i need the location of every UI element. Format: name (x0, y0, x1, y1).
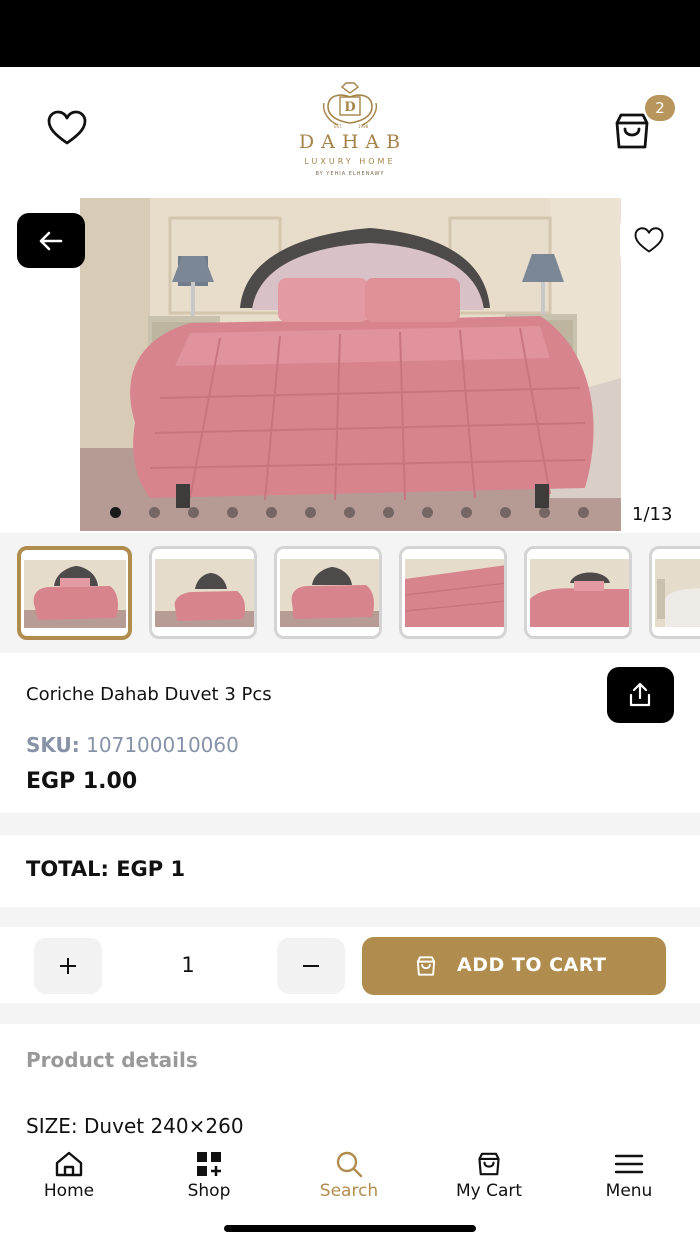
heart-icon (634, 227, 664, 253)
sku-value: 107100010060 (86, 733, 239, 757)
brand-name: DAHAB (298, 131, 408, 153)
increase-quantity-button[interactable] (34, 938, 102, 994)
quantity-value: 1 (181, 953, 195, 977)
pagination-dot[interactable] (149, 507, 160, 518)
details-size: SIZE: Duvet 240×260 (26, 1114, 244, 1138)
product-title: Coriche Dahab Duvet 3 Pcs (26, 684, 272, 705)
pagination-dot[interactable] (344, 507, 355, 518)
product-price: EGP 1.00 (26, 769, 138, 794)
product-gallery[interactable]: 1/13 (0, 198, 700, 533)
header: D EST. 1998 DAHAB LUXURY HOME BY YEHIA E… (0, 67, 700, 198)
thumbnail[interactable] (274, 546, 382, 639)
pagination-dot[interactable] (227, 507, 238, 518)
tab-home-label: Home (43, 1181, 95, 1201)
pagination-dot[interactable] (383, 507, 394, 518)
pagination-dot[interactable] (539, 507, 550, 518)
product-photo[interactable] (80, 198, 621, 531)
search-icon (336, 1151, 363, 1178)
total-text: TOTAL: EGP 1 (26, 857, 186, 881)
pagination-dot[interactable] (266, 507, 277, 518)
photo-wishlist-button[interactable] (620, 216, 680, 264)
add-to-cart-button[interactable]: ADD TO CART (362, 937, 666, 995)
thumbnail[interactable] (649, 546, 700, 639)
arrow-left-icon (39, 231, 63, 251)
back-button[interactable] (17, 213, 85, 268)
quantity-row: 1 ADD TO CART (0, 927, 700, 1003)
tab-menu[interactable]: Menu (569, 1150, 689, 1210)
cart-icon (478, 1152, 500, 1176)
tab-home[interactable]: Home (9, 1150, 129, 1210)
wishlist-icon[interactable] (46, 109, 88, 149)
bag-icon (416, 956, 436, 976)
pagination-dot[interactable] (500, 507, 511, 518)
thumbnail[interactable] (399, 546, 507, 639)
brand-subtitle: LUXURY HOME (304, 157, 396, 166)
menu-icon (614, 1154, 644, 1174)
pagination-dot[interactable] (305, 507, 316, 518)
thumbnail[interactable] (149, 546, 257, 639)
pagination-dot[interactable] (110, 507, 121, 518)
home-indicator (224, 1225, 476, 1232)
image-counter: 1/13 (632, 504, 673, 525)
thumbnail-strip[interactable] (0, 533, 700, 653)
status-bar (0, 0, 700, 67)
decrease-quantity-button[interactable] (277, 938, 345, 994)
tab-shop-label: Shop (187, 1181, 231, 1201)
brand-logo[interactable]: D EST. 1998 DAHAB LUXURY HOME BY YEHIA E… (270, 81, 430, 185)
total-section: TOTAL: EGP 1 (0, 835, 700, 907)
details-heading: Product details (26, 1048, 198, 1072)
tab-search-label: Search (319, 1181, 379, 1201)
pagination-dot[interactable] (578, 507, 589, 518)
pagination-dot[interactable] (188, 507, 199, 518)
svg-text:1998: 1998 (358, 124, 369, 129)
share-button[interactable] (607, 667, 674, 723)
add-to-cart-label: ADD TO CART (457, 954, 607, 976)
svg-text:D: D (344, 100, 355, 115)
tab-search[interactable]: Search (289, 1150, 409, 1210)
cart-count-badge: 2 (645, 95, 675, 121)
home-icon (55, 1151, 83, 1177)
product-sku: SKU: 107100010060 (26, 733, 239, 757)
pagination-dot[interactable] (422, 507, 433, 518)
thumbnail[interactable] (17, 546, 132, 640)
tab-my-cart[interactable]: My Cart (429, 1150, 549, 1210)
tab-my-cart-label: My Cart (455, 1181, 523, 1201)
plus-icon (60, 958, 76, 974)
tab-menu-label: Menu (605, 1181, 653, 1201)
tab-shop[interactable]: Shop (149, 1150, 269, 1210)
minus-icon (303, 965, 319, 967)
logo-emblem-icon: D EST. 1998 (322, 82, 378, 129)
brand-byline: BY YEHIA ELHENAWY (315, 171, 385, 177)
share-icon (629, 682, 651, 707)
product-details: Product details SIZE: Duvet 240×260 (0, 1024, 700, 1144)
pagination-dot[interactable] (461, 507, 472, 518)
product-info: Coriche Dahab Duvet 3 Pcs SKU: 107100010… (0, 653, 700, 813)
svg-text:EST.: EST. (334, 124, 342, 129)
sku-label: SKU: (26, 733, 80, 757)
thumbnail[interactable] (524, 546, 632, 639)
grid-plus-icon (197, 1152, 221, 1176)
